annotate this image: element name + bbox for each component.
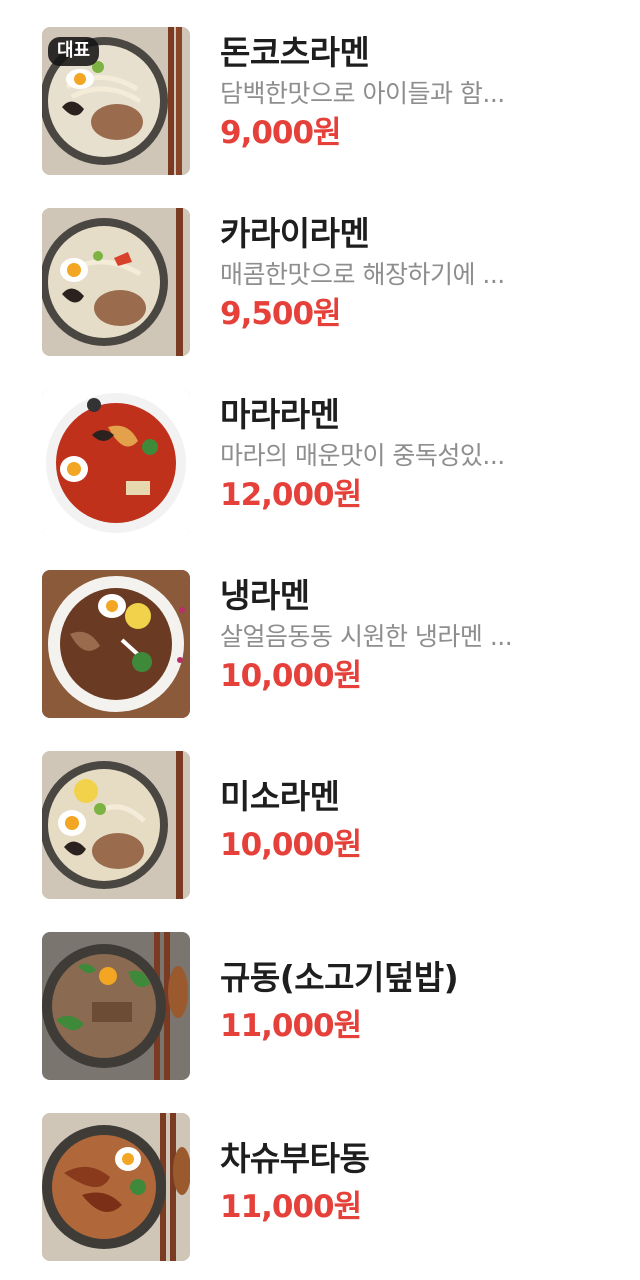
menu-list: 대표 돈코츠라멘 담백한맛으로 아이들과 함... 9,000원 카라이라멘 매… bbox=[0, 0, 640, 1280]
menu-item-name: 규동(소고기덮밥) bbox=[220, 958, 459, 997]
menu-item-price: 10,000원 bbox=[220, 827, 362, 863]
menu-item-info: 냉라멘 살얼음동동 시원한 냉라멘 ... 10,000원 bbox=[220, 570, 620, 696]
menu-item-info: 규동(소고기덮밥) 11,000원 bbox=[220, 932, 620, 1046]
menu-item-price: 11,000원 bbox=[220, 1189, 362, 1225]
mala-ramen-photo[interactable] bbox=[42, 389, 190, 537]
menu-item-description: 마라의 매운맛이 중독성있... bbox=[220, 441, 505, 470]
menu-item-name: 마라라멘 bbox=[220, 395, 340, 434]
menu-item-tonkotsu-ramen[interactable]: 대표 돈코츠라멘 담백한맛으로 아이들과 함... 9,000원 bbox=[0, 27, 640, 177]
menu-item-description: 담백한맛으로 아이들과 함... bbox=[220, 79, 505, 108]
menu-item-karai-ramen[interactable]: 카라이라멘 매콤한맛으로 해장하기에 ... 9,500원 bbox=[0, 208, 640, 358]
menu-item-info: 미소라멘 10,000원 bbox=[220, 751, 620, 865]
menu-item-mala-ramen[interactable]: 마라라멘 마라의 매운맛이 중독성있... 12,000원 bbox=[0, 389, 640, 539]
tonkotsu-ramen-photo[interactable]: 대표 bbox=[42, 27, 190, 175]
menu-item-cold-ramen[interactable]: 냉라멘 살얼음동동 시원한 냉라멘 ... 10,000원 bbox=[0, 570, 640, 720]
menu-item-info: 차슈부타동 11,000원 bbox=[220, 1113, 620, 1227]
menu-item-info: 돈코츠라멘 담백한맛으로 아이들과 함... 9,000원 bbox=[220, 27, 620, 153]
menu-item-gyudon[interactable]: 규동(소고기덮밥) 11,000원 bbox=[0, 932, 640, 1082]
chashu-butadon-photo[interactable] bbox=[42, 1113, 190, 1261]
menu-item-name: 돈코츠라멘 bbox=[220, 33, 370, 72]
menu-item-name: 미소라멘 bbox=[220, 777, 340, 816]
menu-item-name: 카라이라멘 bbox=[220, 214, 370, 253]
menu-item-name: 냉라멘 bbox=[220, 576, 310, 615]
menu-item-chashu-butadon[interactable]: 차슈부타동 11,000원 bbox=[0, 1113, 640, 1263]
menu-item-price: 10,000원 bbox=[220, 658, 362, 694]
menu-item-name: 차슈부타동 bbox=[220, 1139, 370, 1178]
menu-item-description: 매콤한맛으로 해장하기에 ... bbox=[220, 260, 505, 289]
menu-item-miso-ramen[interactable]: 미소라멘 10,000원 bbox=[0, 751, 640, 901]
menu-item-info: 마라라멘 마라의 매운맛이 중독성있... 12,000원 bbox=[220, 389, 620, 515]
menu-item-info: 카라이라멘 매콤한맛으로 해장하기에 ... 9,500원 bbox=[220, 208, 620, 334]
gyudon-photo[interactable] bbox=[42, 932, 190, 1080]
menu-item-price: 11,000원 bbox=[220, 1008, 362, 1044]
menu-item-price: 12,000원 bbox=[220, 477, 362, 513]
karai-ramen-photo[interactable] bbox=[42, 208, 190, 356]
menu-item-price: 9,000원 bbox=[220, 115, 342, 151]
cold-ramen-photo[interactable] bbox=[42, 570, 190, 718]
menu-item-price: 9,500원 bbox=[220, 296, 342, 332]
menu-item-description: 살얼음동동 시원한 냉라멘 ... bbox=[220, 622, 513, 651]
miso-ramen-photo[interactable] bbox=[42, 751, 190, 899]
representative-badge: 대표 bbox=[48, 37, 100, 66]
